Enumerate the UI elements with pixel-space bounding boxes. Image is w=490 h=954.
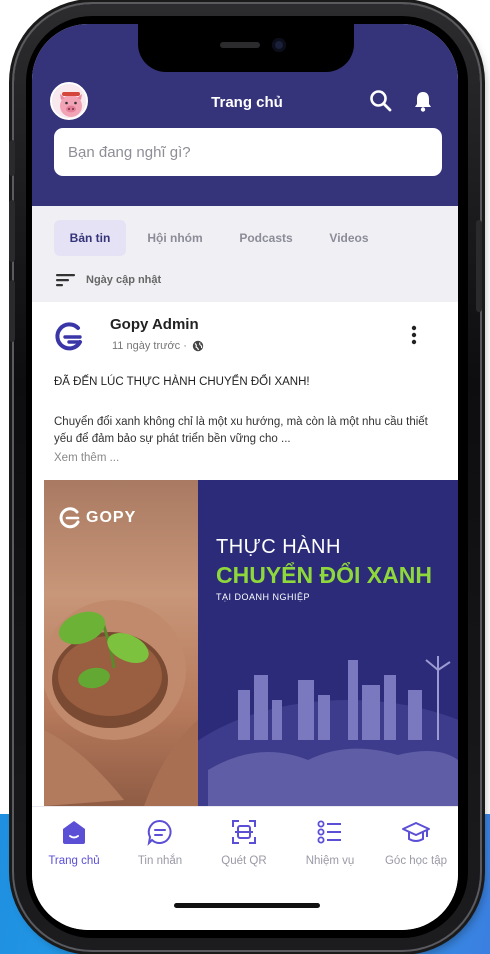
- post-timestamp: 11 ngày trước ·: [112, 340, 204, 352]
- task-list-icon: [317, 820, 341, 844]
- post-banner-image[interactable]: GOPY THỰC HÀNH CHUYỂN ĐỔI XANH TẠI DOANH…: [44, 480, 458, 806]
- post-body: Chuyển đổi xanh không chỉ là một xu hướn…: [54, 416, 428, 445]
- tabbar-messages[interactable]: Tin nhắn: [118, 817, 202, 867]
- post-author[interactable]: Gopy Admin: [110, 316, 199, 333]
- graduation-cap-icon: [402, 822, 430, 842]
- globe-icon: [192, 340, 204, 352]
- tabbar-learning-label: Góc học tập: [384, 855, 447, 867]
- notch: [138, 24, 354, 72]
- qr-scan-icon: [232, 820, 256, 844]
- banner-title-line2: CHUYỂN ĐỔI XANH: [216, 562, 432, 588]
- city-globe-graphic: [198, 656, 458, 806]
- tab-podcasts[interactable]: Podcasts: [226, 220, 306, 256]
- phone-volume-up: [9, 200, 15, 262]
- tabbar-qr[interactable]: Quét QR: [202, 817, 286, 867]
- banner-title-line1: THỰC HÀNH: [216, 536, 341, 558]
- pig-avatar-icon: [52, 84, 86, 118]
- tab-hoi-nhom[interactable]: Hội nhóm: [136, 220, 214, 256]
- page-title: Trang chủ: [211, 94, 283, 111]
- chat-icon: [147, 819, 172, 846]
- phone-mute-switch: [9, 140, 15, 176]
- sort-label: Ngày cập nhật: [86, 274, 162, 286]
- home-indicator[interactable]: [174, 903, 320, 908]
- tabbar-messages-label: Tin nhắn: [137, 855, 183, 867]
- tab-ban-tin[interactable]: Bản tin: [54, 220, 126, 256]
- post-heading: ĐÃ ĐẾN LÚC THỰC HÀNH CHUYỂN ĐỔI XANH!: [54, 376, 310, 388]
- composer-input-box[interactable]: [54, 128, 442, 176]
- more-options-icon[interactable]: [410, 324, 418, 351]
- banner-subtitle: TẠI DOANH NGHIỆP: [216, 592, 311, 602]
- tabbar-home-label: Trang chủ: [48, 855, 100, 867]
- post-time-text: 11 ngày trước ·: [112, 340, 187, 352]
- tabbar-learning[interactable]: Góc học tập: [374, 817, 458, 867]
- phone-volume-down: [9, 280, 15, 342]
- search-icon[interactable]: [366, 86, 396, 116]
- sort-control[interactable]: Ngày cập nhật: [56, 270, 161, 290]
- see-more-link[interactable]: Xem thêm ...: [54, 452, 119, 464]
- tabbar-home[interactable]: Trang chủ: [32, 817, 116, 867]
- bell-icon[interactable]: [408, 86, 438, 116]
- post-card: Gopy Admin 11 ngày trước · ĐÃ ĐẾN LÚC TH…: [32, 302, 458, 806]
- gopy-brand-icon: [59, 507, 80, 529]
- tabbar-tasks-label: Nhiệm vụ: [305, 855, 355, 867]
- phone-power-button: [476, 220, 482, 312]
- avatar[interactable]: [50, 82, 88, 120]
- banner-brand-text: GOPY: [86, 509, 137, 526]
- bottom-tab-bar: Trang chủ Tin nhắn Quét QR Nhiệm vụ Góc …: [32, 806, 458, 930]
- tabbar-qr-label: Quét QR: [221, 855, 267, 867]
- home-icon: [63, 821, 85, 844]
- feed-tabs-section: Bản tin Hội nhóm Podcasts Videos Ngày cậ…: [32, 206, 458, 302]
- tab-videos[interactable]: Videos: [314, 220, 384, 256]
- composer-input[interactable]: [54, 128, 442, 176]
- gopy-logo-icon[interactable]: [52, 320, 86, 354]
- banner-brand: GOPY: [58, 506, 136, 530]
- sort-icon: [56, 274, 75, 287]
- app-screen: Trang chủ Bản tin Hội nhóm Podcasts Vide…: [32, 24, 458, 930]
- tabbar-tasks[interactable]: Nhiệm vụ: [288, 817, 372, 867]
